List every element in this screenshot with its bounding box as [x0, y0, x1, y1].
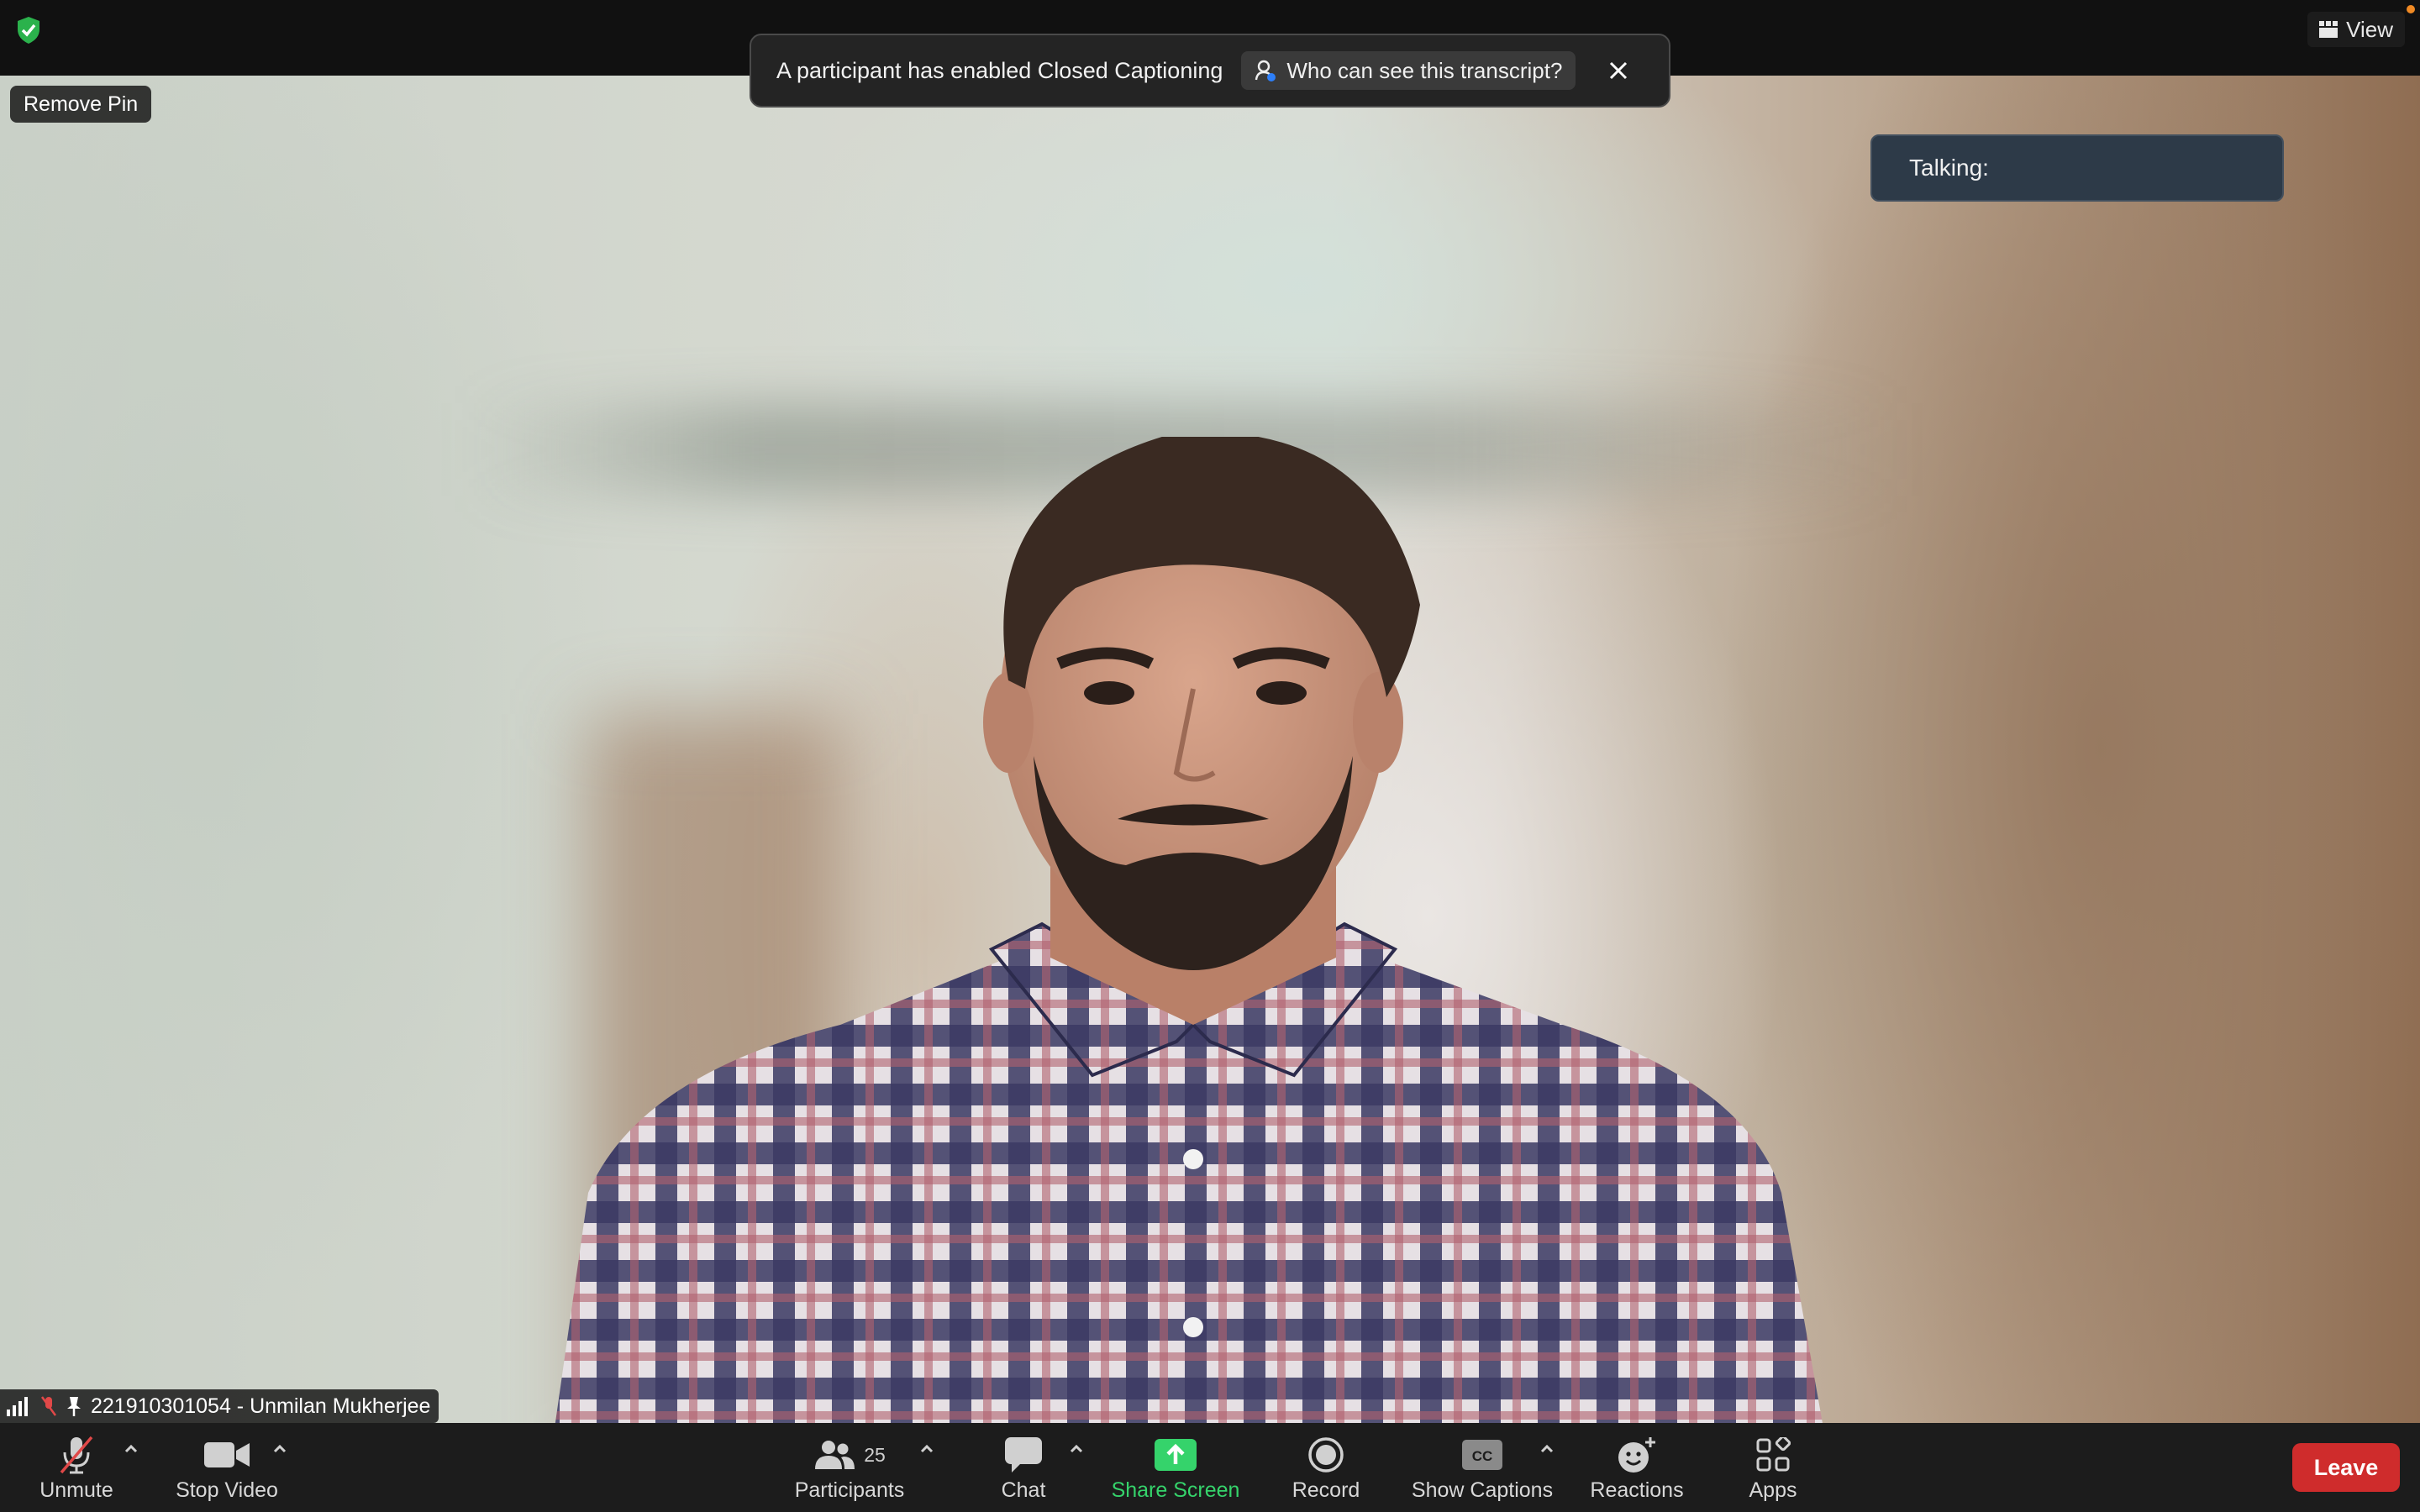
- mic-muted-icon: [60, 1436, 93, 1474]
- share-screen-icon: [1155, 1439, 1197, 1471]
- talking-indicator: Talking:: [1870, 134, 2284, 202]
- share-screen-button[interactable]: Share Screen: [1106, 1433, 1245, 1509]
- view-button[interactable]: View: [2307, 12, 2405, 47]
- participants-label: Participants: [794, 1478, 905, 1502]
- talking-label: Talking:: [1909, 155, 1989, 181]
- show-captions-label: Show Captions: [1411, 1478, 1554, 1502]
- stop-video-button[interactable]: Stop Video: [168, 1433, 286, 1509]
- share-screen-label: Share Screen: [1111, 1478, 1240, 1502]
- banner-message: A participant has enabled Closed Caption…: [776, 57, 1223, 83]
- reactions-button[interactable]: Reactions: [1583, 1433, 1691, 1509]
- person-info-icon: [1255, 60, 1276, 81]
- notification-dot: [2407, 5, 2415, 13]
- close-icon: [1610, 61, 1628, 80]
- unmute-label: Unmute: [39, 1478, 113, 1502]
- stop-video-label: Stop Video: [176, 1478, 278, 1502]
- meeting-toolbar: Unmute Stop Video 25 Participants Chat S…: [0, 1423, 2420, 1512]
- chat-label: Chat: [1001, 1478, 1046, 1502]
- chat-button[interactable]: Chat: [992, 1433, 1055, 1509]
- participants-button[interactable]: 25 Participants: [785, 1433, 914, 1509]
- caret-up-icon[interactable]: [270, 1440, 290, 1457]
- participant-video: [555, 437, 1823, 1428]
- captioning-banner: A participant has enabled Closed Caption…: [750, 34, 1670, 108]
- reactions-icon: [1618, 1437, 1655, 1473]
- view-label: View: [2346, 16, 2393, 42]
- record-icon: [1308, 1437, 1344, 1473]
- reactions-label: Reactions: [1590, 1478, 1684, 1502]
- signal-icon: [7, 1397, 28, 1416]
- leave-button[interactable]: Leave: [2292, 1443, 2400, 1492]
- close-banner-button[interactable]: [1606, 58, 1631, 83]
- caret-up-icon[interactable]: [917, 1440, 937, 1457]
- participants-count: 25: [864, 1443, 886, 1466]
- transcript-link-label: Who can see this transcript?: [1286, 57, 1563, 83]
- video-stage: [0, 0, 2420, 1512]
- captions-icon: CC: [1462, 1440, 1502, 1470]
- chat-bubble-icon: [1005, 1437, 1042, 1473]
- captions-badge: CC: [1472, 1448, 1493, 1464]
- apps-button[interactable]: Apps: [1738, 1433, 1808, 1509]
- record-label: Record: [1292, 1478, 1360, 1502]
- grid-view-icon: [2319, 21, 2338, 38]
- participants-icon: [815, 1441, 855, 1469]
- remove-pin-button[interactable]: Remove Pin: [10, 86, 152, 123]
- apps-icon: [1756, 1437, 1791, 1472]
- participant-name: 221910301054 - Unmilan Mukherjee: [91, 1394, 431, 1418]
- caret-up-icon[interactable]: [121, 1440, 141, 1457]
- apps-label: Apps: [1749, 1478, 1797, 1502]
- show-captions-button[interactable]: CC Show Captions: [1410, 1433, 1555, 1509]
- pin-icon: [67, 1397, 81, 1416]
- mic-muted-icon: [40, 1396, 57, 1416]
- participant-name-tag: 221910301054 - Unmilan Mukherjee: [0, 1389, 439, 1423]
- caret-up-icon[interactable]: [1066, 1440, 1086, 1457]
- shield-icon[interactable]: [15, 15, 42, 45]
- record-button[interactable]: Record: [1286, 1433, 1366, 1509]
- video-camera-icon: [204, 1442, 250, 1467]
- unmute-button[interactable]: Unmute: [30, 1433, 123, 1509]
- caret-up-icon[interactable]: [1537, 1440, 1557, 1457]
- transcript-visibility-button[interactable]: Who can see this transcript?: [1241, 51, 1576, 90]
